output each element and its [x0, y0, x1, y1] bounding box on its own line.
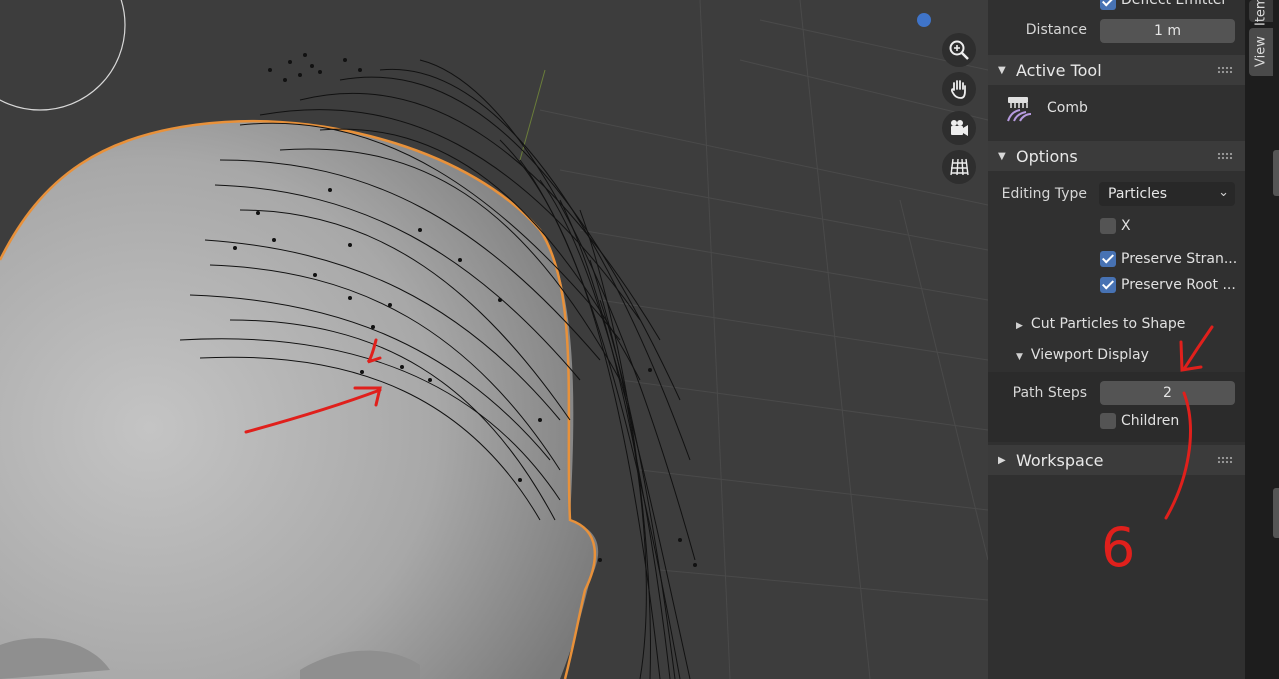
camera-icon[interactable] — [942, 111, 976, 145]
hand-pan-icon[interactable] — [942, 72, 976, 106]
scroll-edge-indicator[interactable] — [1273, 488, 1279, 538]
3d-viewport[interactable] — [0, 0, 988, 679]
red-annotation-overlay: 6 — [1101, 325, 1214, 579]
grid-floor — [539, 0, 988, 679]
tab-view[interactable]: View — [1249, 28, 1273, 76]
scroll-edge-indicator[interactable] — [1273, 150, 1279, 196]
viewport-scene — [0, 0, 988, 679]
sidebar-tab-strip: Item View — [1245, 0, 1279, 679]
nav-gizmo-z-axis[interactable] — [917, 13, 931, 27]
tab-item[interactable]: Item — [1249, 0, 1273, 26]
sidebar-panel: Deflect Emitter Distance 1 m ▼ Active To… — [988, 0, 1245, 679]
zoom-icon[interactable] — [942, 33, 976, 67]
grid-ortho-icon[interactable] — [942, 150, 976, 184]
annotation-number: 6 — [1101, 516, 1135, 579]
